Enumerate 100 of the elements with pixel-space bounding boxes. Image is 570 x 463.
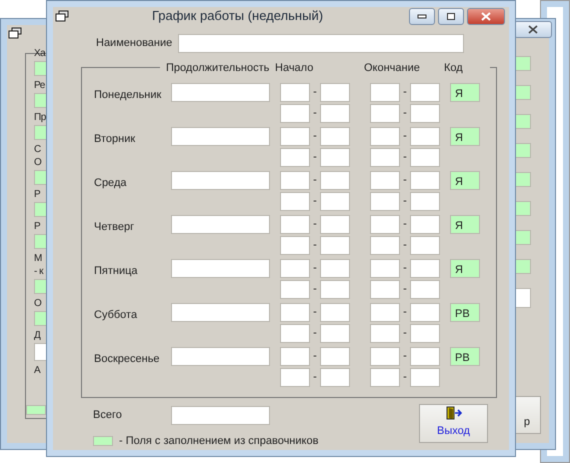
input-field[interactable] [34, 279, 47, 294]
time-field[interactable] [320, 171, 350, 190]
code-field[interactable]: Я [450, 215, 480, 234]
time-field[interactable] [370, 148, 400, 167]
time-field[interactable] [410, 236, 440, 255]
close-button[interactable] [514, 21, 552, 38]
exit-button[interactable]: Выход [419, 404, 488, 443]
input-field[interactable] [34, 125, 47, 140]
time-field[interactable] [280, 347, 310, 366]
time-field[interactable] [280, 83, 310, 102]
input-field[interactable] [515, 85, 531, 100]
input-field[interactable] [515, 56, 531, 71]
time-field[interactable] [280, 215, 310, 234]
time-field[interactable] [280, 148, 310, 167]
input-field[interactable] [34, 311, 47, 326]
name-field[interactable] [178, 34, 464, 53]
minimize-button[interactable] [409, 8, 435, 24]
code-field[interactable]: РВ [450, 303, 480, 322]
time-field[interactable] [370, 347, 400, 366]
time-field[interactable] [410, 368, 440, 387]
duration-field[interactable] [171, 215, 270, 234]
time-field[interactable] [410, 324, 440, 343]
time-field[interactable] [320, 368, 350, 387]
time-field[interactable] [370, 192, 400, 211]
duration-field[interactable] [171, 83, 270, 102]
input-field[interactable] [34, 61, 47, 76]
time-field[interactable] [370, 215, 400, 234]
input-field[interactable] [34, 234, 47, 249]
duration-field[interactable] [171, 259, 270, 278]
time-field[interactable] [370, 127, 400, 146]
time-field[interactable] [370, 83, 400, 102]
input-field[interactable] [515, 172, 531, 187]
time-field[interactable] [320, 280, 350, 299]
code-field[interactable]: Я [450, 83, 480, 102]
time-field[interactable] [370, 303, 400, 322]
field-label: О [34, 157, 42, 168]
time-field[interactable] [410, 215, 440, 234]
time-field[interactable] [280, 303, 310, 322]
time-field[interactable] [320, 236, 350, 255]
time-field[interactable] [280, 192, 310, 211]
input-field[interactable] [515, 288, 531, 308]
time-field[interactable] [320, 104, 350, 123]
time-field[interactable] [370, 236, 400, 255]
time-field[interactable] [320, 215, 350, 234]
time-field[interactable] [410, 303, 440, 322]
time-field[interactable] [280, 280, 310, 299]
time-field[interactable] [410, 148, 440, 167]
input-field[interactable] [515, 259, 531, 274]
input-field[interactable] [34, 93, 47, 108]
duration-field[interactable] [171, 347, 270, 366]
time-field[interactable] [410, 171, 440, 190]
input-field[interactable] [515, 114, 531, 129]
time-field[interactable] [410, 192, 440, 211]
input-field[interactable] [515, 201, 531, 216]
time-field[interactable] [370, 104, 400, 123]
time-field[interactable] [320, 324, 350, 343]
input-field[interactable] [34, 170, 47, 185]
total-field[interactable] [171, 406, 270, 425]
maximize-button[interactable] [438, 8, 464, 24]
time-field[interactable] [410, 127, 440, 146]
time-field[interactable] [320, 148, 350, 167]
code-field[interactable]: Я [450, 171, 480, 190]
time-field[interactable] [410, 259, 440, 278]
input-field[interactable] [34, 202, 47, 217]
code-field[interactable]: Я [450, 259, 480, 278]
time-field[interactable] [280, 104, 310, 123]
duration-field[interactable] [171, 171, 270, 190]
input-field[interactable] [515, 230, 531, 245]
time-field[interactable] [370, 171, 400, 190]
input-field[interactable] [515, 143, 531, 158]
duration-field[interactable] [171, 303, 270, 322]
time-field[interactable] [370, 280, 400, 299]
time-field[interactable] [320, 347, 350, 366]
time-field[interactable] [410, 83, 440, 102]
time-field[interactable] [410, 104, 440, 123]
time-field[interactable] [410, 347, 440, 366]
time-field[interactable] [280, 324, 310, 343]
time-field[interactable] [280, 171, 310, 190]
input-field[interactable] [34, 343, 47, 361]
time-field[interactable] [280, 259, 310, 278]
dash-text: - [402, 305, 408, 320]
time-field[interactable] [320, 192, 350, 211]
duration-field[interactable] [171, 127, 270, 146]
code-field[interactable]: РВ [450, 347, 480, 366]
close-button[interactable] [467, 8, 505, 24]
time-field[interactable] [280, 127, 310, 146]
maximize-icon [446, 12, 456, 20]
time-field[interactable] [320, 303, 350, 322]
time-field[interactable] [320, 127, 350, 146]
time-field[interactable] [370, 324, 400, 343]
time-field[interactable] [280, 368, 310, 387]
time-field[interactable] [370, 368, 400, 387]
time-field[interactable] [370, 259, 400, 278]
day-label: Вторник [94, 132, 136, 147]
time-field[interactable] [320, 259, 350, 278]
code-field[interactable]: Я [450, 127, 480, 146]
field-label: Наименование [96, 36, 172, 52]
time-field[interactable] [280, 236, 310, 255]
time-field[interactable] [410, 280, 440, 299]
time-field[interactable] [320, 83, 350, 102]
